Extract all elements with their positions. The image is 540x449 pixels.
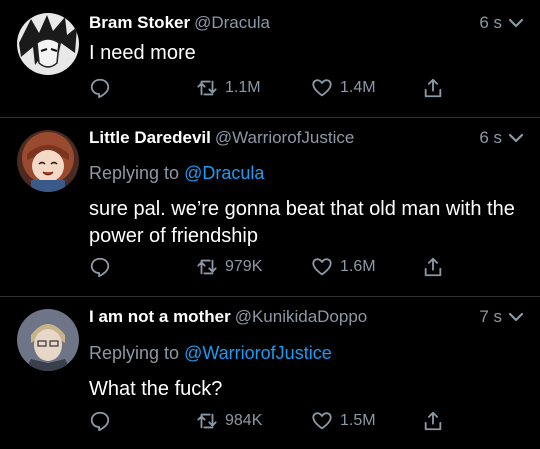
share-icon bbox=[424, 411, 442, 431]
tweet-text: sure pal. we’re gonna beat that old man … bbox=[89, 198, 515, 247]
tweet[interactable]: Little Daredevil @WarriorofJustice 6 s Re… bbox=[0, 118, 540, 296]
share-button[interactable] bbox=[422, 77, 444, 99]
chevron-down-icon[interactable] bbox=[508, 130, 524, 146]
tweet[interactable]: I am not a mother @KunikidaDoppo 7 s Repl… bbox=[0, 297, 540, 449]
tweet[interactable]: Bram Stoker @Dracula 6 s I need more 1.1M… bbox=[0, 0, 540, 117]
retweet-count: 984K bbox=[225, 412, 263, 429]
timestamp: 7 s bbox=[479, 307, 502, 326]
retweet-button[interactable]: 979K bbox=[196, 256, 262, 278]
like-button[interactable]: 1.6M bbox=[311, 256, 376, 278]
share-button[interactable] bbox=[422, 410, 444, 432]
avatar[interactable] bbox=[17, 130, 79, 192]
speech-bubble-icon bbox=[90, 257, 110, 278]
display-name[interactable]: Bram Stoker bbox=[89, 13, 190, 32]
display-name[interactable]: I am not a mother bbox=[89, 307, 231, 326]
avatar[interactable] bbox=[17, 13, 79, 75]
reply-button[interactable] bbox=[89, 410, 111, 432]
tweet-actions: 984K 1.5M bbox=[89, 410, 540, 434]
like-button[interactable]: 1.5M bbox=[311, 410, 376, 432]
heart-icon bbox=[312, 412, 332, 430]
like-button[interactable]: 1.4M bbox=[311, 77, 376, 99]
mention-link[interactable]: @Dracula bbox=[184, 163, 264, 183]
display-name[interactable]: Little Daredevil bbox=[89, 128, 211, 147]
replying-to-label: Replying to bbox=[89, 343, 180, 363]
tweet-text: I need more bbox=[89, 42, 196, 64]
user-handle[interactable]: @WarriorofJustice bbox=[215, 128, 354, 147]
replying-to: Replying to @WarriorofJustice bbox=[89, 343, 332, 364]
tweet-text: What the fuck? bbox=[89, 378, 223, 400]
retweet-icon bbox=[197, 259, 217, 275]
share-button[interactable] bbox=[422, 256, 444, 278]
tweet-actions: 979K 1.6M bbox=[89, 256, 540, 280]
retweet-button[interactable]: 1.1M bbox=[196, 77, 261, 99]
timestamp: 6 s bbox=[479, 128, 502, 147]
mention-link[interactable]: @WarriorofJustice bbox=[184, 343, 332, 363]
retweet-count: 1.1M bbox=[225, 79, 261, 96]
like-count: 1.5M bbox=[340, 412, 376, 429]
retweet-count: 979K bbox=[225, 258, 263, 275]
heart-icon bbox=[312, 79, 332, 97]
share-icon bbox=[424, 78, 442, 98]
timestamp: 6 s bbox=[479, 13, 502, 32]
heart-icon bbox=[312, 258, 332, 276]
reply-button[interactable] bbox=[89, 256, 111, 278]
chevron-down-icon[interactable] bbox=[508, 15, 524, 31]
share-icon bbox=[424, 257, 442, 277]
speech-bubble-icon bbox=[90, 411, 110, 432]
avatar[interactable] bbox=[17, 309, 79, 371]
retweet-icon bbox=[197, 413, 217, 429]
replying-to-label: Replying to bbox=[89, 163, 180, 183]
like-count: 1.4M bbox=[340, 79, 376, 96]
like-count: 1.6M bbox=[340, 258, 376, 275]
reply-button[interactable] bbox=[89, 77, 111, 99]
user-handle[interactable]: @KunikidaDoppo bbox=[235, 307, 368, 326]
speech-bubble-icon bbox=[90, 78, 110, 99]
user-handle[interactable]: @Dracula bbox=[194, 13, 270, 32]
retweet-icon bbox=[197, 80, 217, 96]
replying-to: Replying to @Dracula bbox=[89, 163, 264, 184]
retweet-button[interactable]: 984K bbox=[196, 410, 262, 432]
chevron-down-icon[interactable] bbox=[508, 309, 524, 325]
tweet-actions: 1.1M 1.4M bbox=[89, 77, 540, 101]
